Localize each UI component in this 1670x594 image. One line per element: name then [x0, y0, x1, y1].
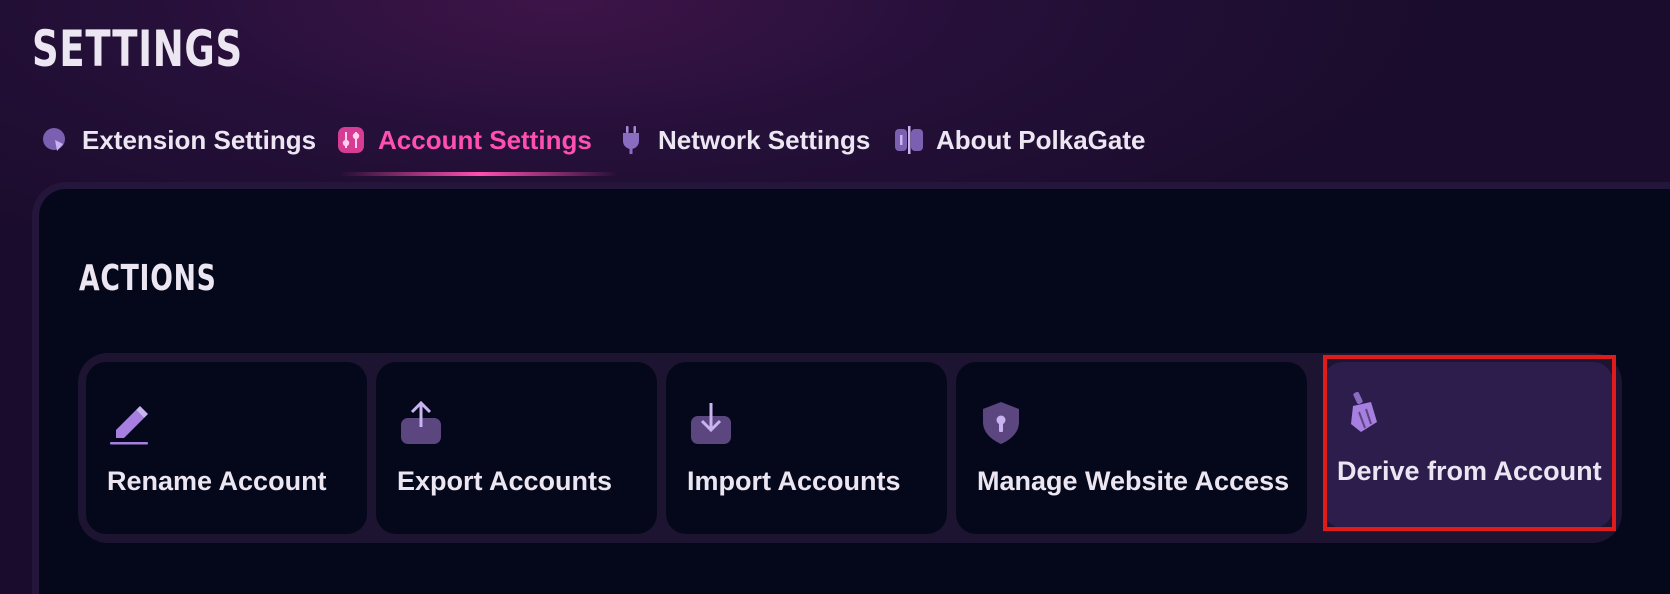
import-accounts-button[interactable]: Import Accounts — [666, 362, 947, 534]
pencil-icon — [108, 400, 154, 446]
about-polkagate-icon — [894, 125, 924, 155]
tab-account-settings[interactable]: Account Settings — [336, 120, 592, 160]
tab-label: Extension Settings — [82, 124, 317, 155]
upload-icon — [398, 400, 444, 446]
account-settings-sliders-icon — [336, 125, 366, 155]
action-label: Import Accounts — [687, 466, 901, 496]
tab-extension-settings[interactable]: Extension Settings — [40, 120, 316, 160]
derive-from-account-button[interactable]: Derive from Account — [1323, 362, 1613, 528]
tab-about-polkagate[interactable]: About PolkaGate — [894, 120, 1145, 160]
tab-label: About PolkaGate — [936, 124, 1146, 155]
active-tab-indicator — [340, 172, 618, 176]
manage-website-access-button[interactable]: Manage Website Access — [956, 362, 1307, 534]
page-title: SETTINGS — [32, 20, 243, 78]
action-label: Derive from Account — [1337, 456, 1602, 486]
action-label: Manage Website Access — [977, 466, 1290, 496]
action-label: Rename Account — [107, 466, 327, 496]
rename-account-button[interactable]: Rename Account — [86, 362, 367, 534]
export-accounts-button[interactable]: Export Accounts — [376, 362, 657, 534]
broom-icon — [1341, 390, 1387, 436]
tab-label: Account Settings — [378, 124, 592, 155]
extension-settings-icon — [40, 125, 70, 155]
tab-label: Network Settings — [658, 124, 871, 155]
download-icon — [688, 400, 734, 446]
section-title: ACTIONS — [79, 258, 217, 299]
tab-network-settings[interactable]: Network Settings — [616, 120, 870, 160]
shield-keyhole-icon — [978, 400, 1024, 446]
action-label: Export Accounts — [397, 466, 613, 496]
plug-icon — [616, 125, 646, 155]
